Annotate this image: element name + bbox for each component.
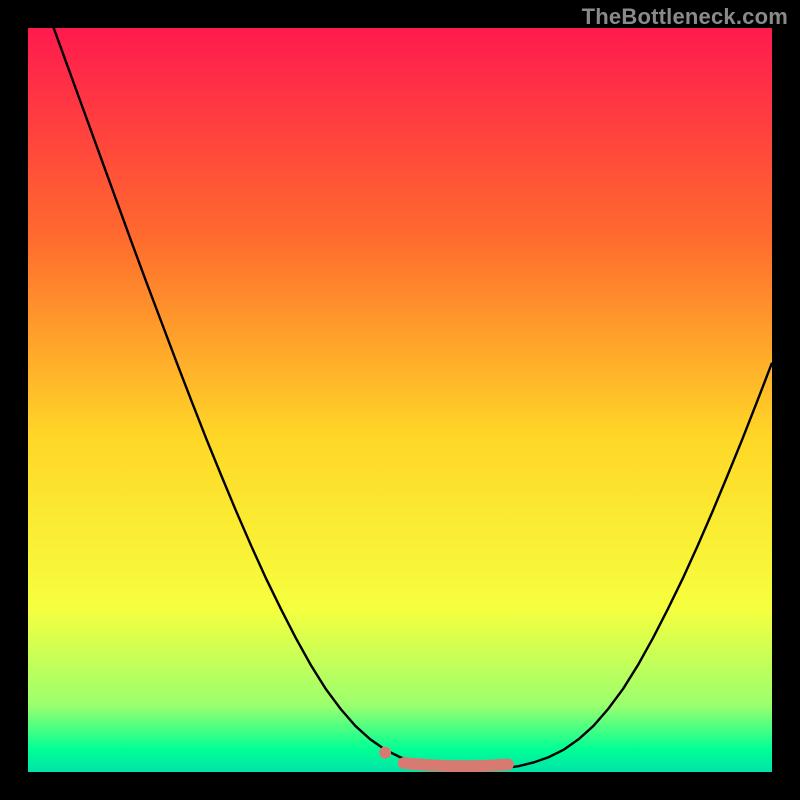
chart-svg	[28, 28, 772, 772]
outer-frame: TheBottleneck.com	[0, 0, 800, 800]
plot-area	[28, 28, 772, 772]
marker-segment	[404, 763, 508, 766]
watermark-text: TheBottleneck.com	[582, 4, 788, 30]
marker-dot	[379, 747, 391, 759]
bottleneck-curve	[28, 28, 772, 770]
